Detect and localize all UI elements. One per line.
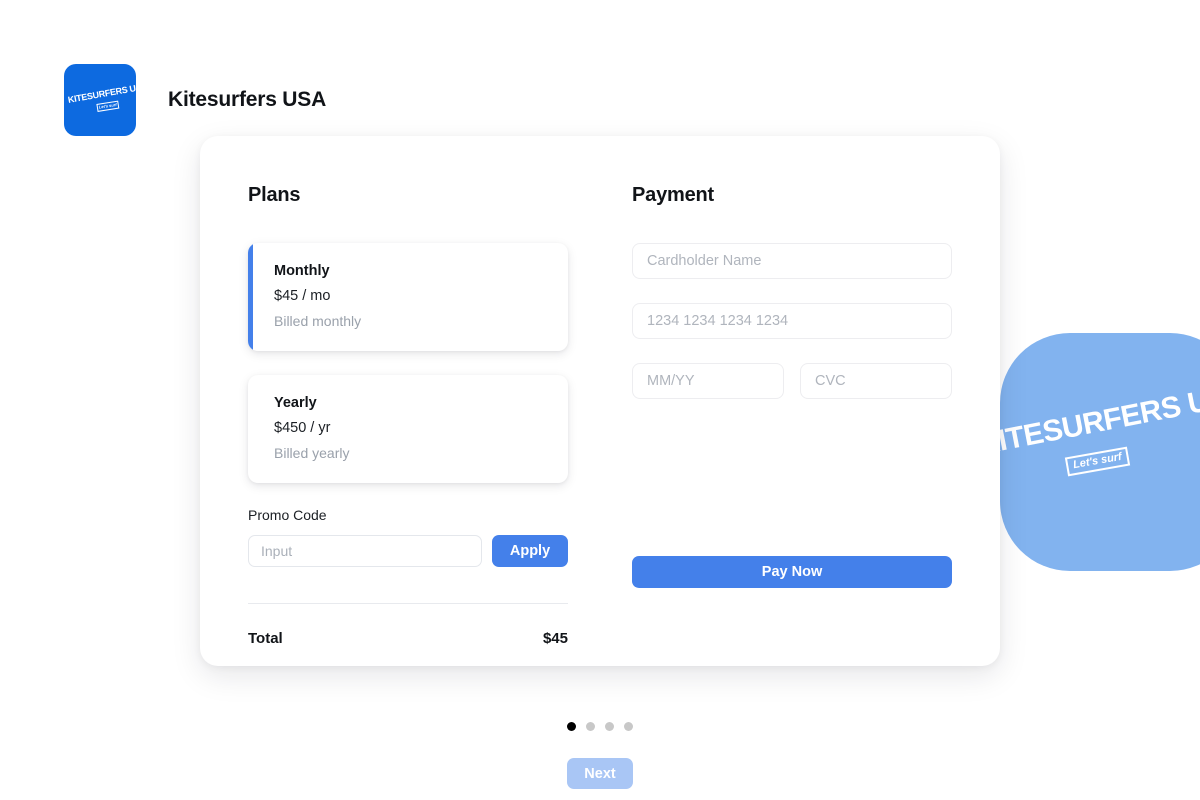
brand-decoration-text: KITESURFERS USA xyxy=(1000,380,1200,463)
plan-billing: Billed yearly xyxy=(274,445,544,461)
cardholder-name-input[interactable] xyxy=(632,243,952,279)
brand-decoration-tagline: Let's surf xyxy=(1065,447,1130,477)
plan-option-yearly[interactable]: Yearly $450 / yr Billed yearly xyxy=(248,375,568,483)
total-row: Total $45 xyxy=(248,630,568,647)
promo-code-input[interactable] xyxy=(248,535,482,567)
pagination-dot-1[interactable] xyxy=(567,722,576,731)
plan-billing: Billed monthly xyxy=(274,313,544,329)
pagination-dot-2[interactable] xyxy=(586,722,595,731)
brand-logo-text: KITESURFERS USA xyxy=(67,84,134,105)
total-divider xyxy=(248,603,568,604)
plan-price: $45 / mo xyxy=(274,288,544,304)
plan-name: Yearly xyxy=(274,395,544,411)
promo-code-label: Promo Code xyxy=(248,507,568,523)
apply-promo-button[interactable]: Apply xyxy=(492,535,568,567)
total-value: $45 xyxy=(543,630,568,647)
checkout-page: KITESURFERS USA Let's surf KITESURFERS U… xyxy=(0,0,1200,800)
pay-now-button[interactable]: Pay Now xyxy=(632,556,952,588)
plan-option-monthly[interactable]: Monthly $45 / mo Billed monthly xyxy=(248,243,568,351)
payment-title: Payment xyxy=(632,184,952,207)
checkout-card: Plans Monthly $45 / mo Billed monthly Ye… xyxy=(200,136,1000,666)
payment-panel: Payment Pay Now xyxy=(632,184,952,618)
promo-code-row: Apply xyxy=(248,535,568,567)
card-expiry-input[interactable] xyxy=(632,363,784,399)
next-button[interactable]: Next xyxy=(567,758,633,789)
carousel-pagination xyxy=(0,722,1200,731)
pagination-dot-3[interactable] xyxy=(605,722,614,731)
pagination-dot-4[interactable] xyxy=(624,722,633,731)
brand-decoration-blob: KITESURFERS USA Let's surf xyxy=(1000,333,1200,571)
plan-price: $450 / yr xyxy=(274,420,544,436)
total-label: Total xyxy=(248,630,283,647)
brand-logo: KITESURFERS USA Let's surf xyxy=(64,64,136,136)
card-expiry-cvc-row xyxy=(632,363,952,423)
plans-title: Plans xyxy=(248,184,568,207)
brand-logo-tagline: Let's surf xyxy=(96,101,119,112)
plans-panel: Plans Monthly $45 / mo Billed monthly Ye… xyxy=(248,184,568,618)
card-cvc-input[interactable] xyxy=(800,363,952,399)
page-title: Kitesurfers USA xyxy=(168,88,326,112)
plan-name: Monthly xyxy=(274,263,544,279)
page-header: KITESURFERS USA Let's surf Kitesurfers U… xyxy=(64,64,326,136)
card-number-input[interactable] xyxy=(632,303,952,339)
